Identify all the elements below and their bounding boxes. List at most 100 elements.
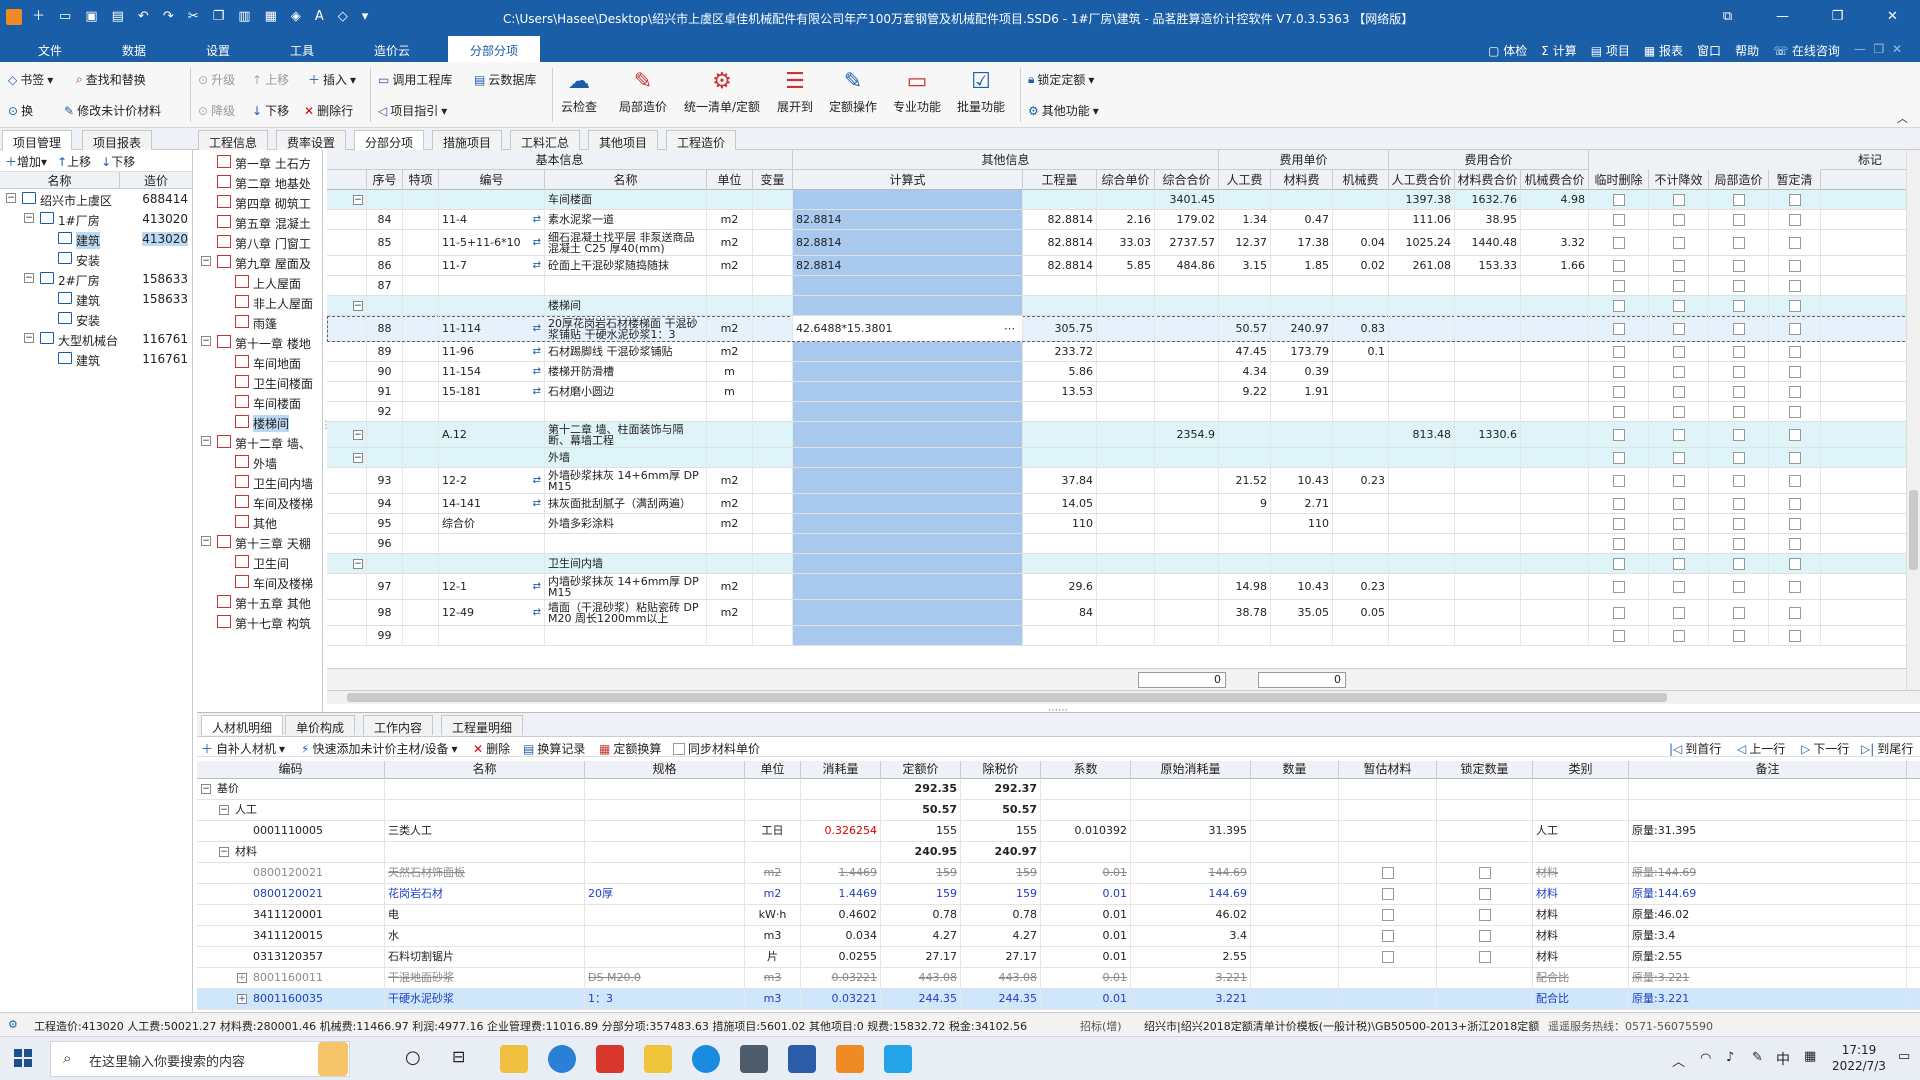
- cell-qty[interactable]: [1023, 554, 1097, 573]
- group-row[interactable]: − 外墙: [327, 448, 1920, 468]
- tab-project-management[interactable]: 项目管理: [2, 130, 73, 150]
- table-row[interactable]: 87: [327, 276, 1920, 296]
- row-checkbox[interactable]: [1672, 345, 1685, 358]
- copy-icon[interactable]: ❐: [213, 9, 225, 25]
- cell-name[interactable]: 内墙砂浆抹灰 14+6mm厚 DP M15: [545, 574, 707, 599]
- chapter-item[interactable]: 第二章 地基处: [197, 172, 322, 192]
- chapter-item[interactable]: 第五章 混凝土: [197, 212, 322, 232]
- column-header[interactable]: 特项: [403, 170, 439, 190]
- cell-code[interactable]: 综合价: [439, 514, 545, 533]
- cloud-db-button[interactable]: ▤ 云数据库: [474, 71, 536, 88]
- chapter-item[interactable]: 第四章 砌筑工: [197, 192, 322, 212]
- cell-calc[interactable]: [793, 626, 1023, 645]
- row-checkbox[interactable]: [1672, 451, 1685, 464]
- row-checkbox[interactable]: [1788, 385, 1801, 398]
- row-checkbox[interactable]: [1612, 365, 1625, 378]
- row-checkbox[interactable]: [1381, 909, 1394, 921]
- table-row[interactable]: 96: [327, 534, 1920, 554]
- chapter-item[interactable]: 车间楼面: [197, 392, 322, 412]
- row-checkbox[interactable]: [1612, 405, 1625, 418]
- row-checkbox[interactable]: [1612, 259, 1625, 272]
- column-header[interactable]: 材料费: [1271, 170, 1333, 190]
- swap-icon[interactable]: ⇄: [533, 323, 541, 334]
- cell-calc[interactable]: 82.8814: [793, 210, 1023, 229]
- unify-button[interactable]: ⚙ 统一清单/定额: [680, 66, 764, 115]
- resource-row[interactable]: 0800120021 天然石材饰面板 m2 1.4469 159 159 0.01 144.6…: [197, 863, 1920, 884]
- group-row[interactable]: − 卫生间内墙: [327, 554, 1920, 574]
- cell-name[interactable]: 石材磨小圆边: [545, 382, 707, 401]
- row-checkbox[interactable]: [1612, 517, 1625, 530]
- tab-materials[interactable]: 工料汇总: [510, 130, 581, 150]
- chapter-item[interactable]: 非上人屋面: [197, 292, 322, 312]
- row-checkbox[interactable]: [1732, 299, 1745, 312]
- collapse-toggle-icon[interactable]: −: [219, 805, 229, 815]
- next-row-button[interactable]: ▷ 下一行: [1801, 740, 1849, 757]
- tab-work-content[interactable]: 工作内容: [363, 715, 434, 735]
- cut-icon[interactable]: ✂: [188, 9, 199, 25]
- tab-project-cost[interactable]: 工程造价: [666, 130, 737, 150]
- collapse-toggle-icon[interactable]: −: [201, 436, 211, 446]
- row-checkbox[interactable]: [1732, 193, 1745, 206]
- table-row[interactable]: 90 11-154 ⇄ 楼梯开防滑槽 m 5.86 4.34 0.39: [327, 362, 1920, 382]
- chapter-item[interactable]: 第一章 土石方: [197, 152, 322, 172]
- tab-project-report[interactable]: 项目报表: [82, 130, 153, 150]
- lock-quota-button[interactable]: 🔒︎ 锁定定额 ▾: [1028, 71, 1094, 88]
- tree-item[interactable]: − 绍兴市上虞区 688414: [0, 189, 192, 209]
- column-header[interactable]: 定额价: [881, 761, 961, 779]
- table-row[interactable]: 91 15-181 ⇄ 石材磨小圆边 m 13.53 9.22 1.91: [327, 382, 1920, 402]
- row-checkbox[interactable]: [1672, 405, 1685, 418]
- column-header[interactable]: 材料费合价: [1455, 170, 1521, 190]
- task-view-icon[interactable]: ⊟: [452, 1047, 465, 1066]
- cell-code[interactable]: [439, 448, 545, 467]
- cell-calc[interactable]: [793, 402, 1023, 421]
- column-header[interactable]: 单位: [745, 761, 801, 779]
- volume-icon[interactable]: ♪: [1726, 1050, 1734, 1065]
- row-checkbox[interactable]: [1788, 606, 1801, 619]
- cad-icon[interactable]: [788, 1045, 816, 1073]
- tree-item[interactable]: 建筑 116761: [0, 349, 192, 369]
- tree-down-button[interactable]: ↓下移: [101, 153, 135, 169]
- tab-rate-settings[interactable]: 费率设置: [276, 130, 347, 150]
- cell-qty[interactable]: 233.72: [1023, 342, 1097, 361]
- row-checkbox[interactable]: [1732, 629, 1745, 642]
- collapse-ribbon-icon[interactable]: ︿: [1897, 110, 1908, 126]
- chapter-item[interactable]: 第十五章 其他: [197, 592, 322, 612]
- row-checkbox[interactable]: [1788, 322, 1801, 335]
- cell-qty[interactable]: [1023, 534, 1097, 553]
- row-checkbox[interactable]: [1732, 497, 1745, 510]
- column-header[interactable]: 临时删除: [1589, 170, 1649, 190]
- move-down-button[interactable]: ↓ 下移: [252, 102, 289, 119]
- column-header[interactable]: 编码: [197, 761, 385, 779]
- file-explorer-icon[interactable]: [500, 1045, 528, 1073]
- insert-button[interactable]: ＋插入 ▾: [308, 71, 356, 88]
- group-row[interactable]: − 车间楼面 3401.45 1397.38 1632.76 4.98: [327, 190, 1920, 210]
- cell-calc[interactable]: [793, 296, 1023, 315]
- row-checkbox[interactable]: [1732, 279, 1745, 292]
- row-checkbox[interactable]: [1612, 606, 1625, 619]
- tree-item[interactable]: 安装: [0, 309, 192, 329]
- close-icon[interactable]: ✕: [1865, 0, 1920, 36]
- cortana-icon[interactable]: ○: [405, 1047, 421, 1068]
- column-header[interactable]: 机械费合价: [1521, 170, 1589, 190]
- swap-icon[interactable]: ⇄: [533, 260, 541, 271]
- group-row[interactable]: − 楼梯间: [327, 296, 1920, 316]
- font-icon[interactable]: A: [315, 9, 324, 25]
- row-checkbox[interactable]: [1672, 474, 1685, 487]
- tool-icon[interactable]: [644, 1045, 672, 1073]
- collapse-toggle-icon[interactable]: −: [201, 336, 211, 346]
- row-checkbox[interactable]: [1788, 236, 1801, 249]
- cell-code[interactable]: 11-7 ⇄: [439, 256, 545, 275]
- first-row-button[interactable]: |◁ 到首行: [1669, 740, 1721, 757]
- column-header[interactable]: 人工费合价: [1389, 170, 1455, 190]
- swap-icon[interactable]: ⇄: [533, 346, 541, 357]
- stamp-icon[interactable]: ◈: [291, 9, 301, 25]
- menu-tools[interactable]: 工具: [290, 42, 314, 59]
- row-checkbox[interactable]: [1732, 474, 1745, 487]
- row-checkbox[interactable]: [1788, 345, 1801, 358]
- table-row[interactable]: 98 12-49 ⇄ 墙面（干混砂浆）粘贴瓷砖 DP M20 周长1200mm以上 m2…: [327, 600, 1920, 626]
- row-checkbox[interactable]: [1732, 580, 1745, 593]
- tree-up-button[interactable]: ↑上移: [57, 153, 91, 169]
- shirt-icon[interactable]: ◇: [338, 9, 348, 25]
- pen-icon[interactable]: ✎: [1752, 1050, 1763, 1065]
- cell-name[interactable]: 抹灰面批刮腻子（满刮两遍）: [545, 494, 707, 513]
